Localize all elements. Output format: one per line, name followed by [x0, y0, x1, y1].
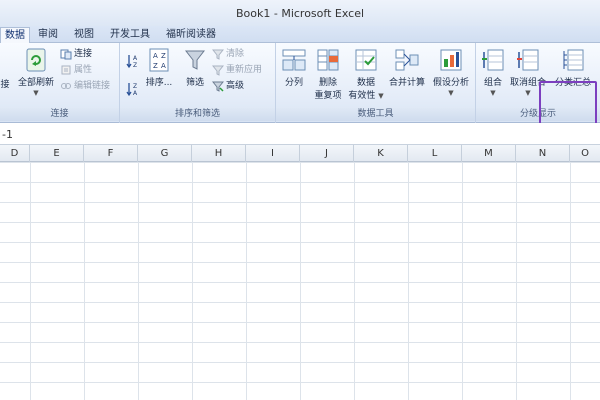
- clear-filter-icon: [212, 49, 224, 60]
- group-data-tools: 分列 删除 重复项 数据 有效性 ▼ 合并计算 假设分析 ▼ 数据工具: [276, 43, 476, 123]
- edit-links-button[interactable]: 编辑链接: [60, 79, 110, 93]
- sort-dialog-icon: A Z Z A: [149, 48, 169, 72]
- refresh-icon: [26, 48, 46, 72]
- sort-ascending-icon: A Z: [126, 55, 138, 69]
- data-validation-label-2: 有效性: [348, 91, 376, 101]
- column-header[interactable]: M: [462, 145, 516, 162]
- chevron-down-icon: ▼: [490, 89, 496, 97]
- data-validation-label-1: 数据: [356, 78, 375, 88]
- sort-az-button[interactable]: A Z: [126, 53, 142, 69]
- column-header[interactable]: H: [192, 145, 246, 162]
- properties-button[interactable]: 属性: [60, 63, 92, 77]
- chevron-down-icon: ▼: [525, 89, 531, 97]
- formula-bar: -1: [0, 123, 600, 145]
- consolidate-label: 合并计算: [388, 78, 425, 88]
- column-header[interactable]: F: [84, 145, 138, 162]
- sort-descending-icon: Z A: [126, 83, 138, 97]
- column-header[interactable]: J: [300, 145, 354, 162]
- group-label: 组合: [483, 78, 502, 88]
- group-sort-filter: A Z Z A A Z Z A 排序... 筛选 清除 重新应用 高级 排序和筛…: [120, 43, 276, 123]
- partial-button[interactable]: 接: [0, 77, 10, 90]
- properties-icon: [61, 65, 71, 74]
- text-to-columns-label: 分列: [284, 78, 303, 88]
- text-to-columns-icon: [282, 49, 306, 71]
- text-to-columns-button[interactable]: 分列: [278, 47, 310, 88]
- remove-duplicates-icon: [317, 49, 339, 71]
- group-connections: 接 全部刷新 ▼ 连接 属性 编辑链接 连接: [0, 43, 120, 123]
- title-bar: Book1 - Microsoft Excel: [0, 0, 600, 26]
- advanced-filter-button[interactable]: 高级: [212, 79, 244, 93]
- column-header[interactable]: I: [246, 145, 300, 162]
- column-header[interactable]: K: [354, 145, 408, 162]
- ribbon-tab-row: 数据 审阅 视图 开发工具 福昕阅读器: [0, 26, 600, 43]
- what-if-analysis-button[interactable]: 假设分析 ▼: [428, 47, 474, 98]
- ribbon: 接 全部刷新 ▼ 连接 属性 编辑链接 连接 A Z Z A A Z Z A 排…: [0, 43, 600, 148]
- name-box[interactable]: -1: [2, 128, 13, 141]
- group-label-data-tools: 数据工具: [276, 108, 475, 121]
- connections-button[interactable]: 连接: [60, 47, 92, 61]
- window-title: Book1 - Microsoft Excel: [235, 7, 365, 20]
- refresh-all-button[interactable]: 全部刷新 ▼: [14, 47, 58, 98]
- reapply-button[interactable]: 重新应用: [212, 63, 262, 77]
- tab-developer[interactable]: 开发工具: [106, 27, 154, 43]
- tab-review[interactable]: 审阅: [34, 27, 62, 43]
- remove-duplicates-button[interactable]: 删除 重复项: [310, 47, 346, 101]
- svg-text:A: A: [153, 52, 158, 60]
- svg-text:A: A: [133, 55, 138, 62]
- svg-text:Z: Z: [133, 62, 137, 69]
- funnel-icon: [184, 50, 206, 70]
- refresh-all-label: 全部刷新: [17, 78, 54, 88]
- connections-icon: [60, 49, 72, 59]
- svg-text:Z: Z: [153, 62, 158, 70]
- sort-za-button[interactable]: Z A: [126, 81, 142, 97]
- group-button[interactable]: 组合 ▼: [478, 47, 508, 98]
- column-header[interactable]: G: [138, 145, 192, 162]
- svg-text:A: A: [161, 62, 166, 70]
- tab-data[interactable]: 数据: [0, 27, 30, 43]
- clear-filter-button[interactable]: 清除: [212, 47, 244, 61]
- sort-button[interactable]: A Z Z A 排序...: [142, 47, 176, 88]
- consolidate-icon: [395, 49, 419, 71]
- reapply-icon: [212, 65, 224, 76]
- ungroup-icon: [517, 49, 539, 71]
- svg-text:Z: Z: [161, 52, 166, 60]
- consolidate-button[interactable]: 合并计算: [384, 47, 430, 88]
- what-if-analysis-label: 假设分析: [432, 78, 469, 88]
- group-label-sort-filter: 排序和筛选: [120, 108, 275, 121]
- chevron-down-icon: ▼: [378, 92, 384, 100]
- link-icon: [61, 82, 71, 89]
- column-header[interactable]: N: [516, 145, 570, 162]
- group-label-connections: 连接: [0, 108, 119, 121]
- column-header[interactable]: E: [30, 145, 84, 162]
- advanced-filter-icon: [212, 81, 224, 92]
- svg-text:A: A: [133, 90, 138, 97]
- chevron-down-icon: ▼: [448, 89, 454, 97]
- column-header[interactable]: L: [408, 145, 462, 162]
- filter-button[interactable]: 筛选: [178, 47, 212, 88]
- svg-text:Z: Z: [133, 83, 137, 90]
- worksheet-grid[interactable]: [0, 162, 600, 400]
- sort-label: 排序...: [145, 78, 173, 88]
- subtotal-icon: [563, 49, 584, 71]
- what-if-analysis-icon: [440, 49, 462, 71]
- chevron-down-icon: ▼: [33, 89, 39, 97]
- remove-duplicates-label-1: 删除: [318, 78, 337, 88]
- filter-label: 筛选: [185, 78, 204, 88]
- data-validation-button[interactable]: 数据 有效性 ▼: [346, 47, 386, 101]
- data-validation-icon: [355, 49, 377, 71]
- tab-foxit-reader[interactable]: 福昕阅读器: [162, 27, 220, 43]
- group-icon: [482, 49, 504, 71]
- column-header[interactable]: O: [570, 145, 600, 162]
- remove-duplicates-label-2: 重复项: [314, 91, 342, 101]
- column-header[interactable]: D: [0, 145, 30, 162]
- tab-view[interactable]: 视图: [70, 27, 98, 43]
- column-headers: D E F G H I J K L M N O: [0, 145, 600, 162]
